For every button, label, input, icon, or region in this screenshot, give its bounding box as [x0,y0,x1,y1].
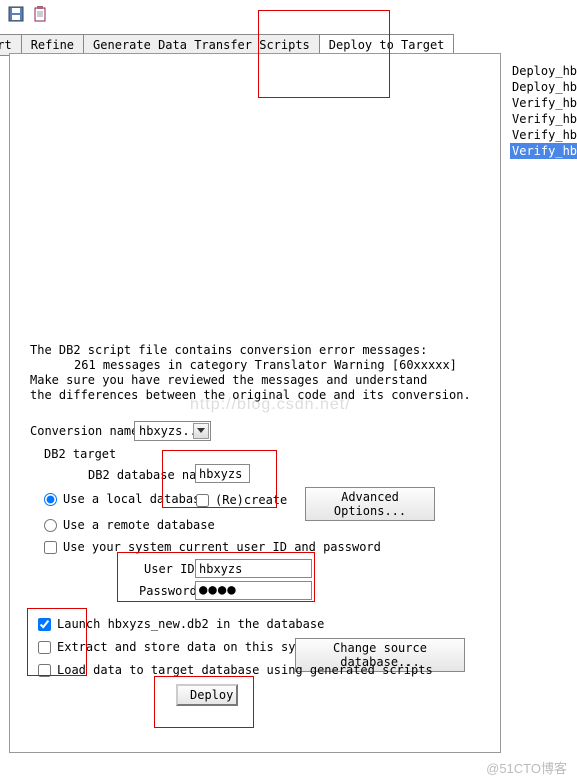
load-row[interactable]: Load data to target database using gener… [38,663,433,677]
side-item[interactable]: Verify_hbxy [510,111,577,127]
extract-row[interactable]: Extract and store data on this system [38,640,324,654]
userid-input[interactable] [195,559,312,578]
extract-checkbox[interactable] [38,641,51,654]
conversion-name-label: Conversion name [30,424,138,438]
userid-label: User ID [144,562,195,576]
use-local-row[interactable]: Use a local database [44,492,208,506]
recreate-row[interactable]: (Re)create [196,493,287,507]
use-remote-row[interactable]: Use a remote database [44,518,215,532]
db-name-label: DB2 database name [88,468,211,482]
msg-line: Make sure you have reviewed the messages… [30,373,471,388]
extract-label: Extract and store data on this system [57,640,324,654]
side-list: Deploy_hbxy Deploy_hbxy Verify_hbxy Veri… [510,63,577,159]
msg-line: the differences between the original cod… [30,388,471,403]
side-item[interactable]: Verify_hbxy [510,95,577,111]
footer-watermark: @51CTO博客 [486,758,567,777]
db2-target-label: DB2 target [44,447,116,461]
side-item[interactable]: Verify_hbxy [510,127,577,143]
conversion-messages: The DB2 script file contains conversion … [30,343,471,403]
password-input[interactable]: ●●●● [195,581,312,600]
clipboard-icon[interactable] [32,6,48,25]
db-name-input[interactable] [195,464,250,483]
launch-label: Launch hbxyzs_new.db2 in the database [57,617,324,631]
advanced-options-button[interactable]: Advanced Options... [305,487,435,521]
launch-checkbox[interactable] [38,618,51,631]
recreate-label: (Re)create [215,493,287,507]
side-item[interactable]: Deploy_hbxy [510,63,577,79]
use-system-checkbox[interactable] [44,541,57,554]
use-local-radio[interactable] [44,493,57,506]
conversion-name-combo[interactable]: hbxyzs... [134,421,211,441]
password-label: Password [139,584,197,598]
save-icon[interactable] [8,6,24,25]
recreate-checkbox[interactable] [196,494,209,507]
launch-row[interactable]: Launch hbxyzs_new.db2 in the database [38,617,324,631]
msg-line: The DB2 script file contains conversion … [30,343,471,358]
use-system-label: Use your system current user ID and pass… [63,540,381,554]
use-local-label: Use a local database [63,492,208,506]
side-item-selected[interactable]: Verify_hbxy [510,143,577,159]
load-label: Load data to target database using gener… [57,663,433,677]
use-remote-label: Use a remote database [63,518,215,532]
chevron-down-icon[interactable] [193,423,209,439]
deploy-button[interactable]: Deploy [176,684,238,706]
side-item[interactable]: Deploy_hbxy [510,79,577,95]
use-remote-radio[interactable] [44,519,57,532]
use-system-row[interactable]: Use your system current user ID and pass… [44,540,381,554]
msg-line: 261 messages in category Translator Warn… [30,358,471,373]
load-checkbox[interactable] [38,664,51,677]
